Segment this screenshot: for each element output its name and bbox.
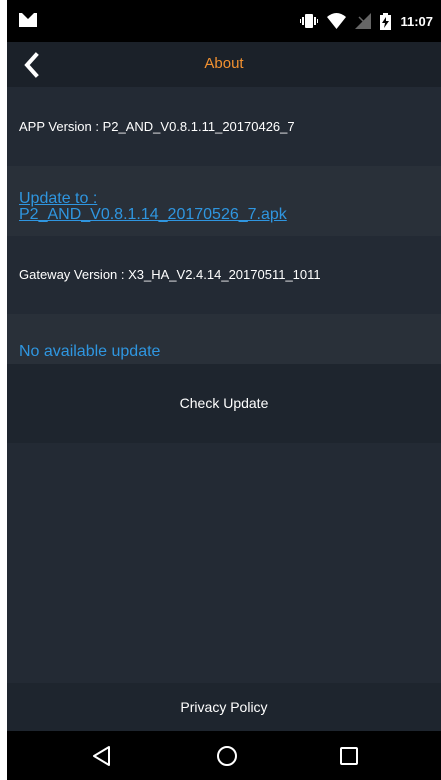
status-time: 11:07: [400, 13, 433, 29]
battery-charging-icon: [380, 12, 392, 30]
status-bar: 11:07: [7, 0, 441, 42]
privacy-policy-button[interactable]: Privacy Policy: [7, 683, 441, 731]
update-link[interactable]: Update to : P2_AND_V0.8.1.14_20170526_7.…: [19, 191, 419, 223]
update-link-line1[interactable]: Update to :: [19, 191, 419, 207]
page-title: About: [204, 55, 244, 72]
app-version-row: APP Version : P2_AND_V0.8.1.11_20170426_…: [7, 87, 441, 166]
recents-square-icon[interactable]: [336, 743, 362, 769]
check-update-button[interactable]: Check Update: [7, 364, 441, 443]
empty-area: [7, 443, 441, 683]
gateway-version-text: Gateway Version : X3_HA_V2.4.14_20170511…: [19, 267, 321, 282]
back-triangle-icon[interactable]: [89, 743, 115, 769]
no-signal-icon: [355, 13, 372, 29]
app-version-text: APP Version : P2_AND_V0.8.1.11_20170426_…: [19, 119, 295, 134]
phone-screen: 11:07 About APP Version : P2_AND_V0.8.1.…: [7, 0, 441, 780]
app-update-row: Update to : P2_AND_V0.8.1.14_20170526_7.…: [7, 166, 441, 236]
mail-icon: [19, 13, 37, 27]
update-link-line2[interactable]: P2_AND_V0.8.1.14_20170526_7.apk: [19, 207, 419, 223]
gateway-version-row: Gateway Version : X3_HA_V2.4.14_20170511…: [7, 236, 441, 314]
status-icons: 11:07: [300, 11, 433, 31]
gateway-update-status: No available update: [19, 343, 161, 360]
gateway-update-row: No available update: [7, 314, 441, 364]
navigation-bar: [7, 731, 441, 780]
vibrate-icon: [300, 14, 319, 28]
home-circle-icon[interactable]: [214, 743, 240, 769]
wifi-icon: [327, 13, 347, 29]
app-header: About: [7, 42, 441, 87]
